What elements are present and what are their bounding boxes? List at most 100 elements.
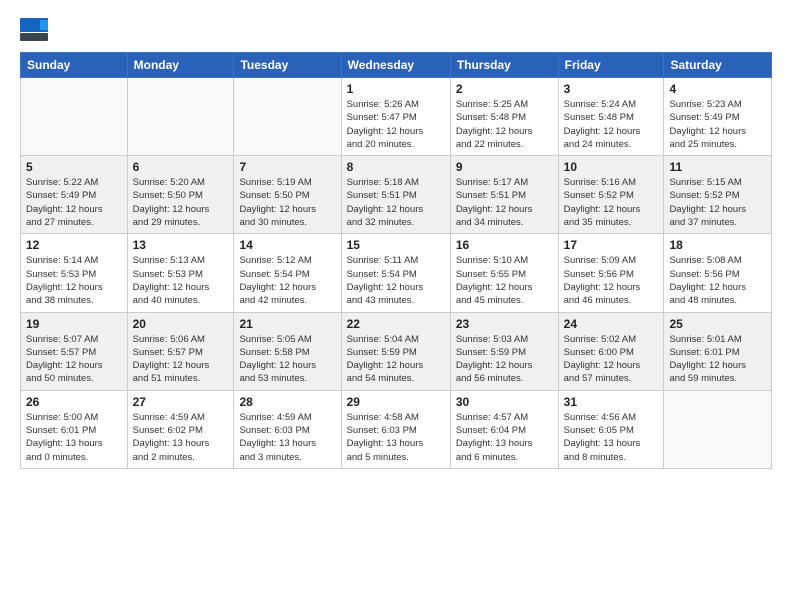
day-number: 15 <box>347 238 445 252</box>
calendar-cell: 1Sunrise: 5:26 AM Sunset: 5:47 PM Daylig… <box>341 78 450 156</box>
calendar-week-row: 19 Sunrise: 5:07 AM Sunset: 5:57 PM Dayli… <box>21 312 772 390</box>
day-info: Sunrise: 5:07 AM Sunset: 5:57 PM Dayligh… <box>26 333 122 386</box>
day-info: Sunrise: 5:20 AM Sunset: 5:50 PM Dayligh… <box>133 176 229 229</box>
day-number: 12 <box>26 238 122 252</box>
calendar-cell: 28Sunrise: 4:59 AM Sunset: 6:03 PM Dayli… <box>234 390 341 468</box>
calendar-cell: 17 Sunrise: 5:09 AM Sunset: 5:56 PM Dayli… <box>558 234 664 312</box>
day-info: Sunrise: 5:14 AM Sunset: 5:53 PM Dayligh… <box>26 254 122 307</box>
calendar-cell <box>21 78 128 156</box>
calendar-cell: 20 Sunrise: 5:06 AM Sunset: 5:57 PM Dayli… <box>127 312 234 390</box>
calendar-cell: 15 Sunrise: 5:11 AM Sunset: 5:54 PM Dayli… <box>341 234 450 312</box>
day-info: Sunrise: 5:19 AM Sunset: 5:50 PM Dayligh… <box>239 176 335 229</box>
col-header-wednesday: Wednesday <box>341 53 450 78</box>
day-info: Sunrise: 5:01 AM Sunset: 6:01 PM Dayligh… <box>669 333 766 386</box>
day-number: 2 <box>456 82 553 96</box>
day-number: 21 <box>239 317 335 331</box>
header <box>20 18 772 42</box>
day-number: 22 <box>347 317 445 331</box>
calendar-cell: 11 Sunrise: 5:15 AM Sunset: 5:52 PM Dayli… <box>664 156 772 234</box>
day-info: Sunrise: 5:05 AM Sunset: 5:58 PM Dayligh… <box>239 333 335 386</box>
day-number: 13 <box>133 238 229 252</box>
day-info: Sunrise: 5:24 AM Sunset: 5:48 PM Dayligh… <box>564 98 659 151</box>
calendar-cell: 16 Sunrise: 5:10 AM Sunset: 5:55 PM Dayli… <box>450 234 558 312</box>
calendar-cell: 25 Sunrise: 5:01 AM Sunset: 6:01 PM Dayli… <box>664 312 772 390</box>
day-number: 20 <box>133 317 229 331</box>
calendar-cell: 8 Sunrise: 5:18 AM Sunset: 5:51 PM Daylig… <box>341 156 450 234</box>
day-info: Sunrise: 4:57 AM Sunset: 6:04 PM Dayligh… <box>456 411 553 464</box>
day-info: Sunrise: 5:03 AM Sunset: 5:59 PM Dayligh… <box>456 333 553 386</box>
day-info: Sunrise: 5:17 AM Sunset: 5:51 PM Dayligh… <box>456 176 553 229</box>
day-number: 8 <box>347 160 445 174</box>
page: SundayMondayTuesdayWednesdayThursdayFrid… <box>0 0 792 612</box>
calendar-cell: 2 Sunrise: 5:25 AM Sunset: 5:48 PM Daylig… <box>450 78 558 156</box>
calendar-cell: 10 Sunrise: 5:16 AM Sunset: 5:52 PM Dayli… <box>558 156 664 234</box>
day-info: Sunrise: 4:59 AM Sunset: 6:03 PM Dayligh… <box>239 411 335 464</box>
col-header-friday: Friday <box>558 53 664 78</box>
day-number: 25 <box>669 317 766 331</box>
day-number: 31 <box>564 395 659 409</box>
day-info: Sunrise: 5:18 AM Sunset: 5:51 PM Dayligh… <box>347 176 445 229</box>
calendar-week-row: 12 Sunrise: 5:14 AM Sunset: 5:53 PM Dayli… <box>21 234 772 312</box>
day-number: 9 <box>456 160 553 174</box>
day-info: Sunrise: 4:59 AM Sunset: 6:02 PM Dayligh… <box>133 411 229 464</box>
calendar-cell: 24 Sunrise: 5:02 AM Sunset: 6:00 PM Dayli… <box>558 312 664 390</box>
calendar-cell: 30 Sunrise: 4:57 AM Sunset: 6:04 PM Dayli… <box>450 390 558 468</box>
calendar-cell: 14Sunrise: 5:12 AM Sunset: 5:54 PM Dayli… <box>234 234 341 312</box>
day-number: 17 <box>564 238 659 252</box>
calendar-cell: 23 Sunrise: 5:03 AM Sunset: 5:59 PM Dayli… <box>450 312 558 390</box>
calendar-cell: 3Sunrise: 5:24 AM Sunset: 5:48 PM Daylig… <box>558 78 664 156</box>
day-info: Sunrise: 5:13 AM Sunset: 5:53 PM Dayligh… <box>133 254 229 307</box>
calendar-cell: 9 Sunrise: 5:17 AM Sunset: 5:51 PM Daylig… <box>450 156 558 234</box>
day-number: 18 <box>669 238 766 252</box>
calendar-cell: 27Sunrise: 4:59 AM Sunset: 6:02 PM Dayli… <box>127 390 234 468</box>
calendar-cell: 29Sunrise: 4:58 AM Sunset: 6:03 PM Dayli… <box>341 390 450 468</box>
day-info: Sunrise: 5:02 AM Sunset: 6:00 PM Dayligh… <box>564 333 659 386</box>
day-number: 24 <box>564 317 659 331</box>
day-number: 7 <box>239 160 335 174</box>
day-info: Sunrise: 5:12 AM Sunset: 5:54 PM Dayligh… <box>239 254 335 307</box>
logo <box>20 18 54 42</box>
calendar-cell: 6 Sunrise: 5:20 AM Sunset: 5:50 PM Daylig… <box>127 156 234 234</box>
day-info: Sunrise: 4:56 AM Sunset: 6:05 PM Dayligh… <box>564 411 659 464</box>
day-number: 4 <box>669 82 766 96</box>
day-number: 23 <box>456 317 553 331</box>
calendar-week-row: 26Sunrise: 5:00 AM Sunset: 6:01 PM Dayli… <box>21 390 772 468</box>
day-number: 6 <box>133 160 229 174</box>
calendar-table: SundayMondayTuesdayWednesdayThursdayFrid… <box>20 52 772 469</box>
logo-icon <box>20 18 50 42</box>
day-info: Sunrise: 5:09 AM Sunset: 5:56 PM Dayligh… <box>564 254 659 307</box>
day-info: Sunrise: 4:58 AM Sunset: 6:03 PM Dayligh… <box>347 411 445 464</box>
calendar-cell <box>127 78 234 156</box>
day-info: Sunrise: 5:23 AM Sunset: 5:49 PM Dayligh… <box>669 98 766 151</box>
day-number: 10 <box>564 160 659 174</box>
day-info: Sunrise: 5:11 AM Sunset: 5:54 PM Dayligh… <box>347 254 445 307</box>
day-info: Sunrise: 5:16 AM Sunset: 5:52 PM Dayligh… <box>564 176 659 229</box>
calendar-cell: 4 Sunrise: 5:23 AM Sunset: 5:49 PM Daylig… <box>664 78 772 156</box>
calendar-cell: 13 Sunrise: 5:13 AM Sunset: 5:53 PM Dayli… <box>127 234 234 312</box>
calendar-cell: 26Sunrise: 5:00 AM Sunset: 6:01 PM Dayli… <box>21 390 128 468</box>
day-number: 30 <box>456 395 553 409</box>
day-info: Sunrise: 5:10 AM Sunset: 5:55 PM Dayligh… <box>456 254 553 307</box>
day-number: 26 <box>26 395 122 409</box>
calendar-cell: 19 Sunrise: 5:07 AM Sunset: 5:57 PM Dayli… <box>21 312 128 390</box>
day-info: Sunrise: 5:15 AM Sunset: 5:52 PM Dayligh… <box>669 176 766 229</box>
day-number: 5 <box>26 160 122 174</box>
day-info: Sunrise: 5:25 AM Sunset: 5:48 PM Dayligh… <box>456 98 553 151</box>
calendar-cell: 22 Sunrise: 5:04 AM Sunset: 5:59 PM Dayli… <box>341 312 450 390</box>
col-header-monday: Monday <box>127 53 234 78</box>
col-header-saturday: Saturday <box>664 53 772 78</box>
day-number: 16 <box>456 238 553 252</box>
calendar-week-row: 1Sunrise: 5:26 AM Sunset: 5:47 PM Daylig… <box>21 78 772 156</box>
col-header-thursday: Thursday <box>450 53 558 78</box>
calendar-header-row: SundayMondayTuesdayWednesdayThursdayFrid… <box>21 53 772 78</box>
calendar-week-row: 5Sunrise: 5:22 AM Sunset: 5:49 PM Daylig… <box>21 156 772 234</box>
day-number: 11 <box>669 160 766 174</box>
day-number: 19 <box>26 317 122 331</box>
calendar-cell: 31 Sunrise: 4:56 AM Sunset: 6:05 PM Dayli… <box>558 390 664 468</box>
day-info: Sunrise: 5:08 AM Sunset: 5:56 PM Dayligh… <box>669 254 766 307</box>
calendar-cell: 5Sunrise: 5:22 AM Sunset: 5:49 PM Daylig… <box>21 156 128 234</box>
calendar-cell: 7 Sunrise: 5:19 AM Sunset: 5:50 PM Daylig… <box>234 156 341 234</box>
day-info: Sunrise: 5:04 AM Sunset: 5:59 PM Dayligh… <box>347 333 445 386</box>
calendar-cell: 21 Sunrise: 5:05 AM Sunset: 5:58 PM Dayli… <box>234 312 341 390</box>
day-info: Sunrise: 5:06 AM Sunset: 5:57 PM Dayligh… <box>133 333 229 386</box>
